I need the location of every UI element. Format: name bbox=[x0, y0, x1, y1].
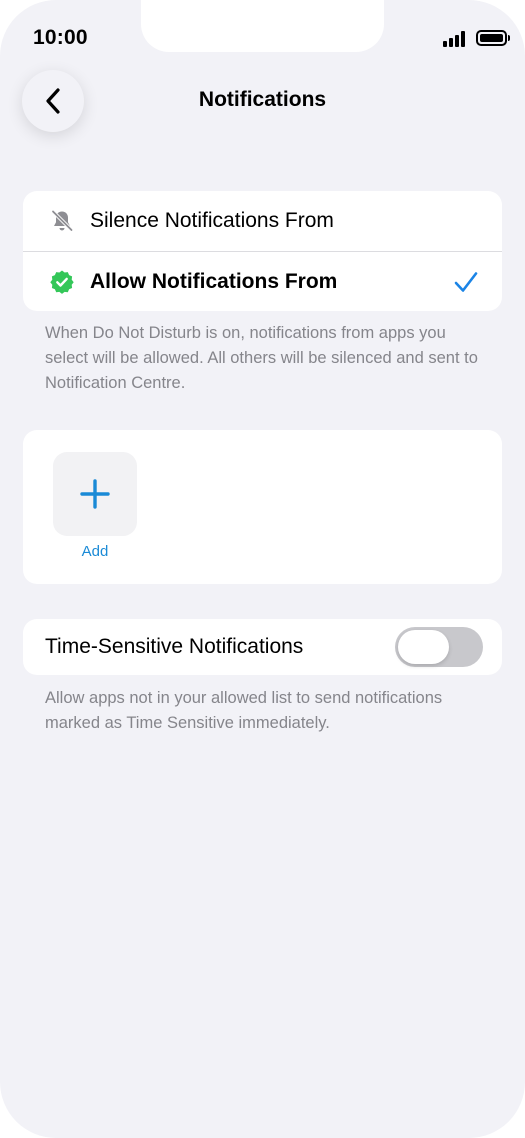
time-sensitive-label: Time-Sensitive Notifications bbox=[45, 635, 304, 658]
status-time: 10:00 bbox=[33, 26, 88, 49]
toggle-knob bbox=[398, 630, 449, 664]
time-sensitive-row: Time-Sensitive Notifications bbox=[23, 619, 502, 675]
checkmark-seal-icon bbox=[50, 270, 74, 294]
page-title: Notifications bbox=[198, 88, 327, 111]
checkmark-icon bbox=[454, 271, 478, 292]
plus-icon bbox=[80, 479, 110, 509]
option-silence-notifications[interactable]: Silence Notifications From bbox=[23, 191, 502, 251]
time-sensitive-footnote: Allow apps not in your allowed list to s… bbox=[45, 689, 443, 732]
time-sensitive-card: Time-Sensitive Notifications bbox=[23, 619, 502, 675]
phone-screen: 10:00 Notifications Silence Notification… bbox=[0, 0, 525, 1138]
time-sensitive-toggle[interactable] bbox=[395, 627, 483, 667]
add-app-label[interactable]: Add bbox=[53, 543, 137, 560]
option-allow-notifications[interactable]: Allow Notifications From bbox=[23, 251, 502, 311]
mode-footnote: When Do Not Disturb is on, notifications… bbox=[45, 324, 478, 392]
bell-slash-icon bbox=[51, 209, 74, 232]
option-label: Allow Notifications From bbox=[90, 269, 338, 293]
notch bbox=[141, 0, 384, 52]
battery-icon bbox=[476, 30, 510, 46]
signal-bars-icon bbox=[443, 31, 469, 47]
add-app-button[interactable] bbox=[53, 452, 137, 536]
option-label: Silence Notifications From bbox=[90, 209, 334, 232]
allowed-apps-card: Add bbox=[23, 430, 502, 584]
notification-mode-card: Silence Notifications From Allow Notific… bbox=[23, 191, 502, 311]
